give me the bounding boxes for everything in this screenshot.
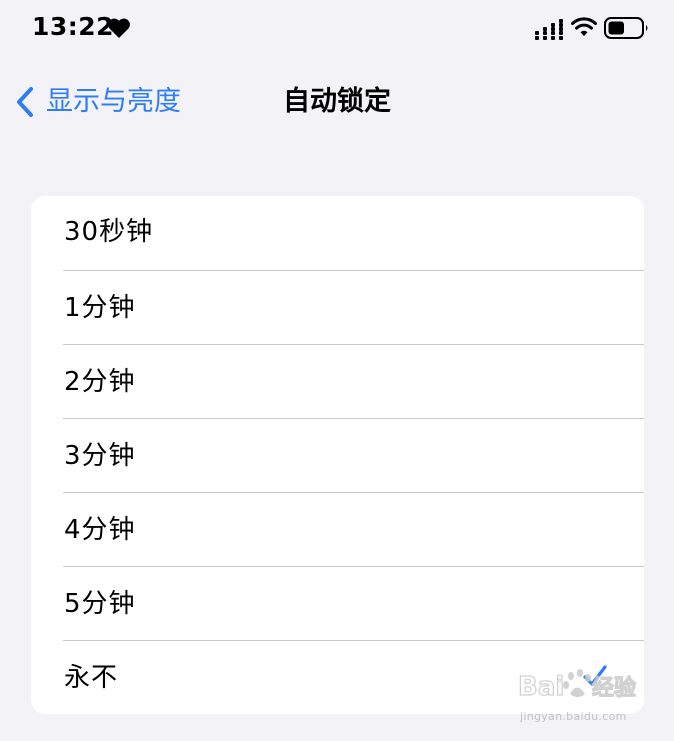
heart-icon: [108, 18, 130, 38]
option-label: 30秒钟: [64, 217, 154, 247]
option-label: 5分钟: [64, 589, 136, 619]
option-2-minutes[interactable]: 2分钟: [31, 344, 644, 418]
signal-icon: [535, 19, 563, 40]
chevron-left-icon: [17, 87, 33, 117]
option-4-minutes[interactable]: 4分钟: [31, 492, 644, 566]
baidu-jingyan-logo: Bai 经验: [518, 669, 637, 703]
status-time: 13:22: [32, 12, 115, 41]
svg-text:Bai: Bai: [518, 672, 564, 702]
back-button-label: 显示与亮度: [46, 86, 181, 117]
option-label: 4分钟: [64, 515, 136, 545]
option-30-seconds[interactable]: 30秒钟: [31, 196, 644, 270]
back-button[interactable]: 显示与亮度: [14, 82, 181, 122]
option-label: 3分钟: [64, 441, 136, 471]
option-label: 永不: [64, 663, 119, 693]
option-label: 2分钟: [64, 367, 136, 397]
svg-text:经验: 经验: [592, 675, 636, 701]
watermark-url: jingyan.baidu.com: [520, 710, 627, 723]
option-1-minute[interactable]: 1分钟: [31, 270, 644, 344]
wifi-icon: [571, 17, 597, 36]
battery-icon: [604, 17, 648, 39]
auto-lock-options-list: 30秒钟 1分钟 2分钟 3分钟 4分钟 5分钟 永不: [31, 196, 644, 714]
status-bar: 13:22: [0, 0, 674, 56]
baidu-jingyan-watermark: Bai 经验 jingyan.baidu.com: [518, 664, 648, 730]
option-label: 1分钟: [64, 293, 136, 323]
option-3-minutes[interactable]: 3分钟: [31, 418, 644, 492]
option-5-minutes[interactable]: 5分钟: [31, 566, 644, 640]
